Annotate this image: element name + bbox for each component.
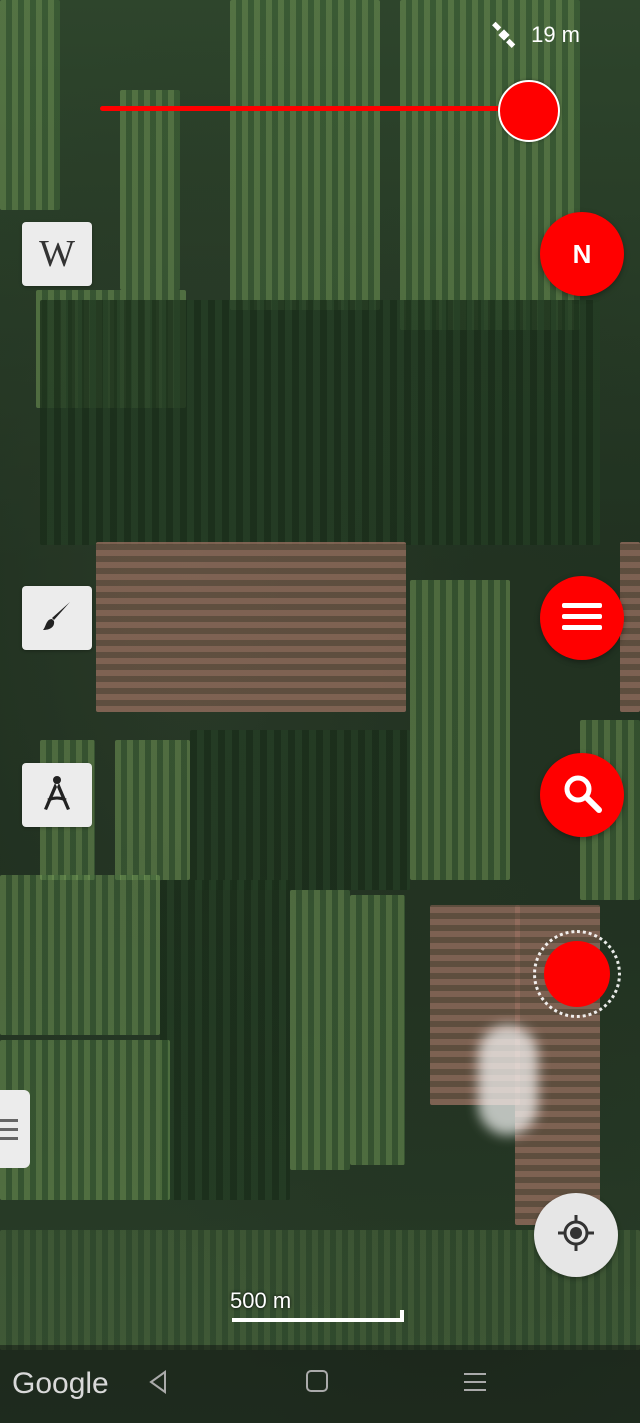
- scale-bar: 500 m: [230, 1288, 404, 1322]
- brush-icon: [40, 599, 74, 638]
- back-icon[interactable]: [146, 1369, 172, 1400]
- drawer-line: [0, 1127, 18, 1131]
- north-label: N: [572, 238, 592, 269]
- search-button[interactable]: [540, 753, 624, 837]
- side-drawer-handle[interactable]: [0, 1090, 30, 1168]
- menu-button[interactable]: [540, 576, 624, 660]
- gps-status: 19 m: [489, 20, 580, 50]
- satellite-icon: [489, 20, 519, 50]
- hamburger-icon: [560, 600, 604, 637]
- record-button[interactable]: [544, 941, 610, 1007]
- recents-icon[interactable]: [462, 1369, 488, 1400]
- accuracy-slider-track[interactable]: [100, 106, 520, 111]
- drawer-line: [0, 1118, 18, 1122]
- my-location-button[interactable]: [534, 1193, 618, 1277]
- drawer-line: [0, 1136, 18, 1140]
- wikipedia-button[interactable]: W: [22, 222, 92, 286]
- scale-label: 500 m: [230, 1288, 292, 1313]
- gps-accuracy-text: 19 m: [531, 22, 580, 47]
- home-icon[interactable]: [305, 1369, 329, 1398]
- measure-button[interactable]: [22, 763, 92, 827]
- search-icon: [561, 772, 603, 819]
- google-attribution: Google: [12, 1367, 109, 1400]
- scale-line: [232, 1310, 404, 1322]
- compass-tool-icon: [40, 774, 74, 817]
- draw-button[interactable]: [22, 586, 92, 650]
- accuracy-slider-knob[interactable]: [498, 80, 560, 142]
- android-nav-bar: Google: [0, 1345, 640, 1423]
- crosshair-icon: [556, 1213, 596, 1258]
- north-button[interactable]: N: [540, 212, 624, 296]
- wikipedia-icon: W: [39, 233, 75, 275]
